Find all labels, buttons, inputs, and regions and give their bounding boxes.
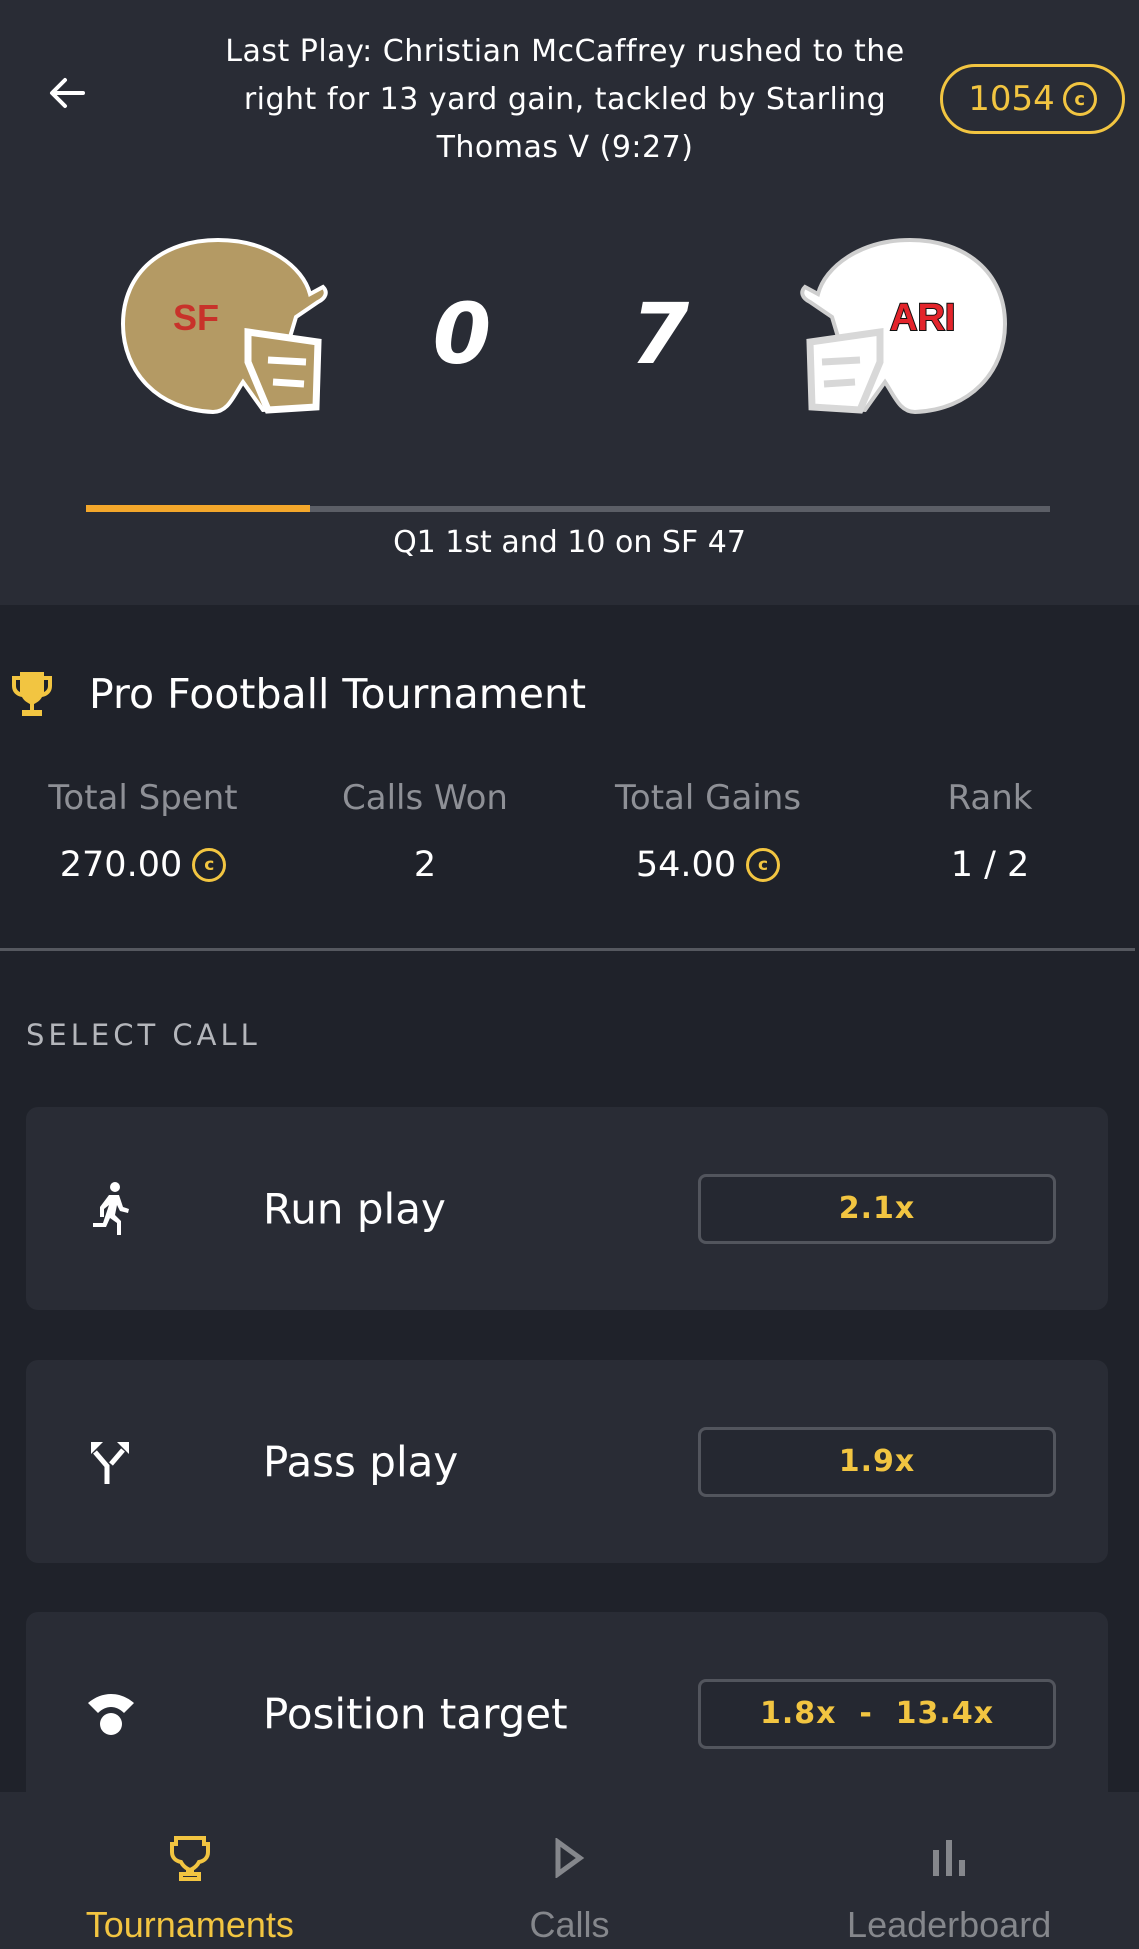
stat-total-spent: Total Spent 270.00 c xyxy=(13,770,273,890)
divider xyxy=(0,948,1135,951)
nav-label: Leaderboard xyxy=(847,1904,1052,1945)
call-label: Pass play xyxy=(263,1437,459,1486)
stat-label: Calls Won xyxy=(342,778,508,818)
nav-tab-calls[interactable]: Calls xyxy=(380,1792,760,1949)
play-icon xyxy=(555,1838,585,1878)
nav-label: Tournaments xyxy=(85,1904,294,1945)
nav-tab-leaderboard[interactable]: Leaderboard xyxy=(759,1792,1139,1949)
nav-tab-tournaments[interactable]: Tournaments xyxy=(0,1792,380,1949)
stat-value: 2 xyxy=(413,845,437,885)
tournament-title: Pro Football Tournament xyxy=(89,670,587,718)
call-option-pass-play[interactable]: Pass play 1.9x xyxy=(26,1360,1108,1563)
bar-chart-icon xyxy=(933,1840,966,1876)
game-progress-bar xyxy=(86,505,1050,512)
running-person-icon xyxy=(93,1181,129,1235)
arrow-left-icon xyxy=(50,78,85,108)
down-and-distance: Q1 1st and 10 on SF 47 xyxy=(393,525,746,560)
coin-icon: c xyxy=(1062,82,1097,116)
back-button[interactable] xyxy=(44,70,90,116)
stat-total-gains: Total Gains 54.00 c xyxy=(578,770,838,890)
coin-balance-value: 1054 xyxy=(968,79,1055,119)
last-play-text: Last Play: Christian McCaffrey rushed to… xyxy=(225,34,905,165)
coin-balance-badge[interactable]: 1054 c xyxy=(940,64,1125,134)
away-team-helmet: ARI xyxy=(800,237,1008,415)
stat-value: 270.00 xyxy=(59,845,183,885)
call-option-position-target[interactable]: Position target 1.8x - 13.4x xyxy=(26,1612,1108,1815)
select-call-heading: SELECT CALL xyxy=(26,1018,261,1052)
coin-icon: c xyxy=(192,848,227,882)
trophy-icon xyxy=(12,672,52,716)
game-progress-fill xyxy=(86,505,310,512)
tournament-header: Pro Football Tournament xyxy=(10,670,586,718)
stat-rank: Rank 1 / 2 xyxy=(860,770,1120,890)
stat-label: Rank xyxy=(947,778,1033,818)
trophy-icon xyxy=(169,1836,210,1881)
target-signal-icon xyxy=(88,1693,134,1735)
stat-value: 1 / 2 xyxy=(950,845,1030,885)
bottom-navigation: Tournaments Calls Leaderboard xyxy=(0,1792,1139,1949)
stat-label: Total Spent xyxy=(48,778,238,818)
multiplier-button[interactable]: 1.8x - 13.4x xyxy=(698,1678,1056,1749)
split-arrows-icon xyxy=(91,1441,129,1484)
coin-icon: c xyxy=(746,848,781,882)
stat-value: 54.00 xyxy=(635,845,737,885)
call-label: Run play xyxy=(263,1184,446,1233)
call-option-run-play[interactable]: Run play 2.1x xyxy=(26,1107,1108,1310)
stat-calls-won: Calls Won 2 xyxy=(295,770,555,890)
call-label: Position target xyxy=(263,1689,568,1738)
stat-label: Total Gains xyxy=(614,778,802,818)
multiplier-button[interactable]: 1.9x xyxy=(698,1426,1056,1497)
away-team-abbr: ARI xyxy=(890,297,955,339)
game-header: Last Play: Christian McCaffrey rushed to… xyxy=(0,0,1139,605)
away-score: 7 xyxy=(630,285,690,383)
home-team-abbr: SF xyxy=(173,297,219,338)
nav-label: Calls xyxy=(529,1904,610,1945)
home-score: 0 xyxy=(432,285,492,383)
multiplier-button[interactable]: 2.1x xyxy=(698,1173,1056,1244)
home-team-helmet: SF xyxy=(120,237,328,415)
